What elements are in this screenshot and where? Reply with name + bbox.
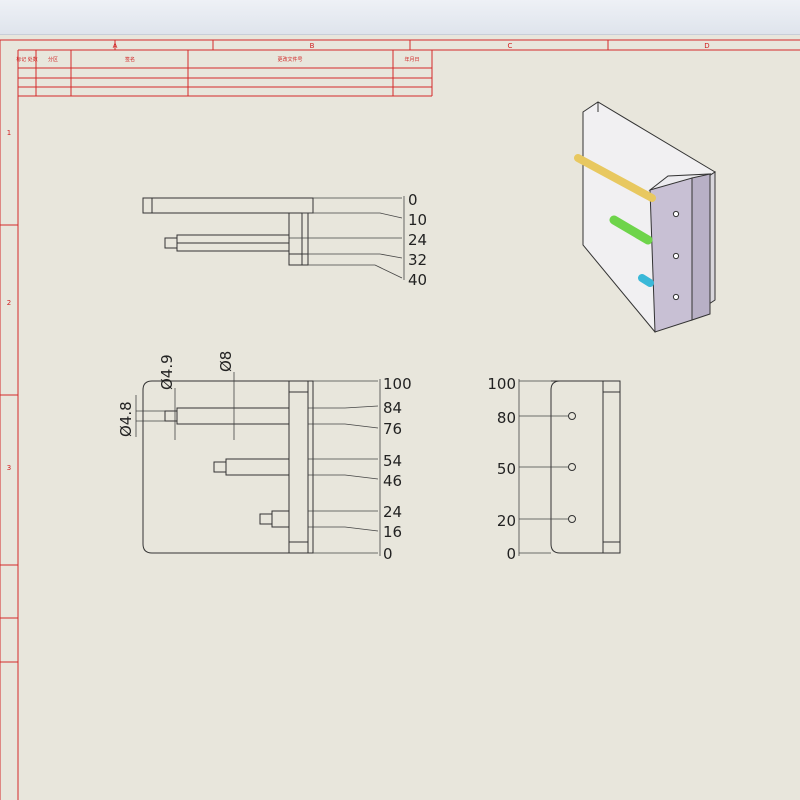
side-dim-100: 100 bbox=[487, 375, 516, 393]
zone-col-b: B bbox=[310, 42, 315, 50]
top-dim-0: 0 bbox=[383, 545, 393, 563]
top-dim-84: 84 bbox=[383, 399, 402, 417]
isometric-view bbox=[574, 101, 716, 333]
side-dim-50: 50 bbox=[497, 460, 516, 478]
zone-col-c: C bbox=[508, 42, 513, 50]
zone-row-1: 1 bbox=[7, 129, 11, 137]
top-view-dimensions: 100 84 76 54 46 24 16 0 bbox=[383, 375, 412, 563]
dia-8-label: Ø8 bbox=[217, 351, 235, 372]
top-dim-16: 16 bbox=[383, 523, 402, 541]
iso-hole-bottom bbox=[672, 293, 680, 301]
side-view-ordinate-leaders bbox=[518, 379, 568, 556]
iso-hole-top bbox=[672, 210, 680, 218]
iso-front-plate-face bbox=[649, 177, 693, 333]
front-view-ordinate-leaders bbox=[289, 196, 405, 280]
drawing-sheet: A B C D 1 2 3 标记 处数 分区 更改文件号 签名 年月日 0 10… bbox=[0, 39, 800, 800]
dia-4-9-label: Ø4.9 bbox=[158, 354, 176, 390]
zone-row-2: 2 bbox=[7, 299, 11, 307]
front-dim-10: 10 bbox=[408, 211, 427, 229]
top-dim-100: 100 bbox=[383, 375, 412, 393]
revision-table bbox=[18, 50, 433, 97]
col-change: 更改文件号 bbox=[277, 56, 302, 63]
front-dim-40: 40 bbox=[408, 271, 427, 289]
iso-hole-mid bbox=[672, 252, 680, 260]
top-dim-24: 24 bbox=[383, 503, 402, 521]
top-dim-46: 46 bbox=[383, 472, 402, 490]
top-view-ordinate-leaders bbox=[308, 379, 381, 556]
iso-pin-short bbox=[638, 274, 654, 287]
col-sign: 签名 bbox=[125, 56, 135, 63]
dia-4-8-label: Ø4.8 bbox=[117, 401, 135, 437]
front-view-dimensions: 0 10 24 32 40 bbox=[408, 191, 427, 289]
front-dim-0: 0 bbox=[408, 191, 418, 209]
col-zone: 分区 bbox=[48, 56, 58, 63]
iso-front-plate-side bbox=[691, 173, 711, 321]
top-view bbox=[142, 380, 314, 554]
side-view-dimensions: 100 80 50 20 0 bbox=[487, 375, 516, 563]
front-view bbox=[142, 197, 314, 266]
side-dim-20: 20 bbox=[497, 512, 516, 530]
side-dim-0: 0 bbox=[506, 545, 516, 563]
front-dim-32: 32 bbox=[408, 251, 427, 269]
top-dim-54: 54 bbox=[383, 452, 402, 470]
col-mark: 标记 处数 bbox=[16, 56, 38, 63]
top-dim-76: 76 bbox=[383, 420, 402, 438]
window-title-bar bbox=[0, 0, 800, 35]
zone-col-a: A bbox=[113, 42, 118, 50]
zone-col-d: D bbox=[704, 42, 709, 50]
col-date: 年月日 bbox=[404, 56, 419, 63]
front-dim-24: 24 bbox=[408, 231, 427, 249]
zone-row-3: 3 bbox=[7, 464, 11, 472]
side-dim-80: 80 bbox=[497, 409, 516, 427]
diameter-callouts bbox=[135, 372, 235, 440]
revision-table-headers: 标记 处数 分区 更改文件号 签名 年月日 bbox=[16, 56, 419, 63]
